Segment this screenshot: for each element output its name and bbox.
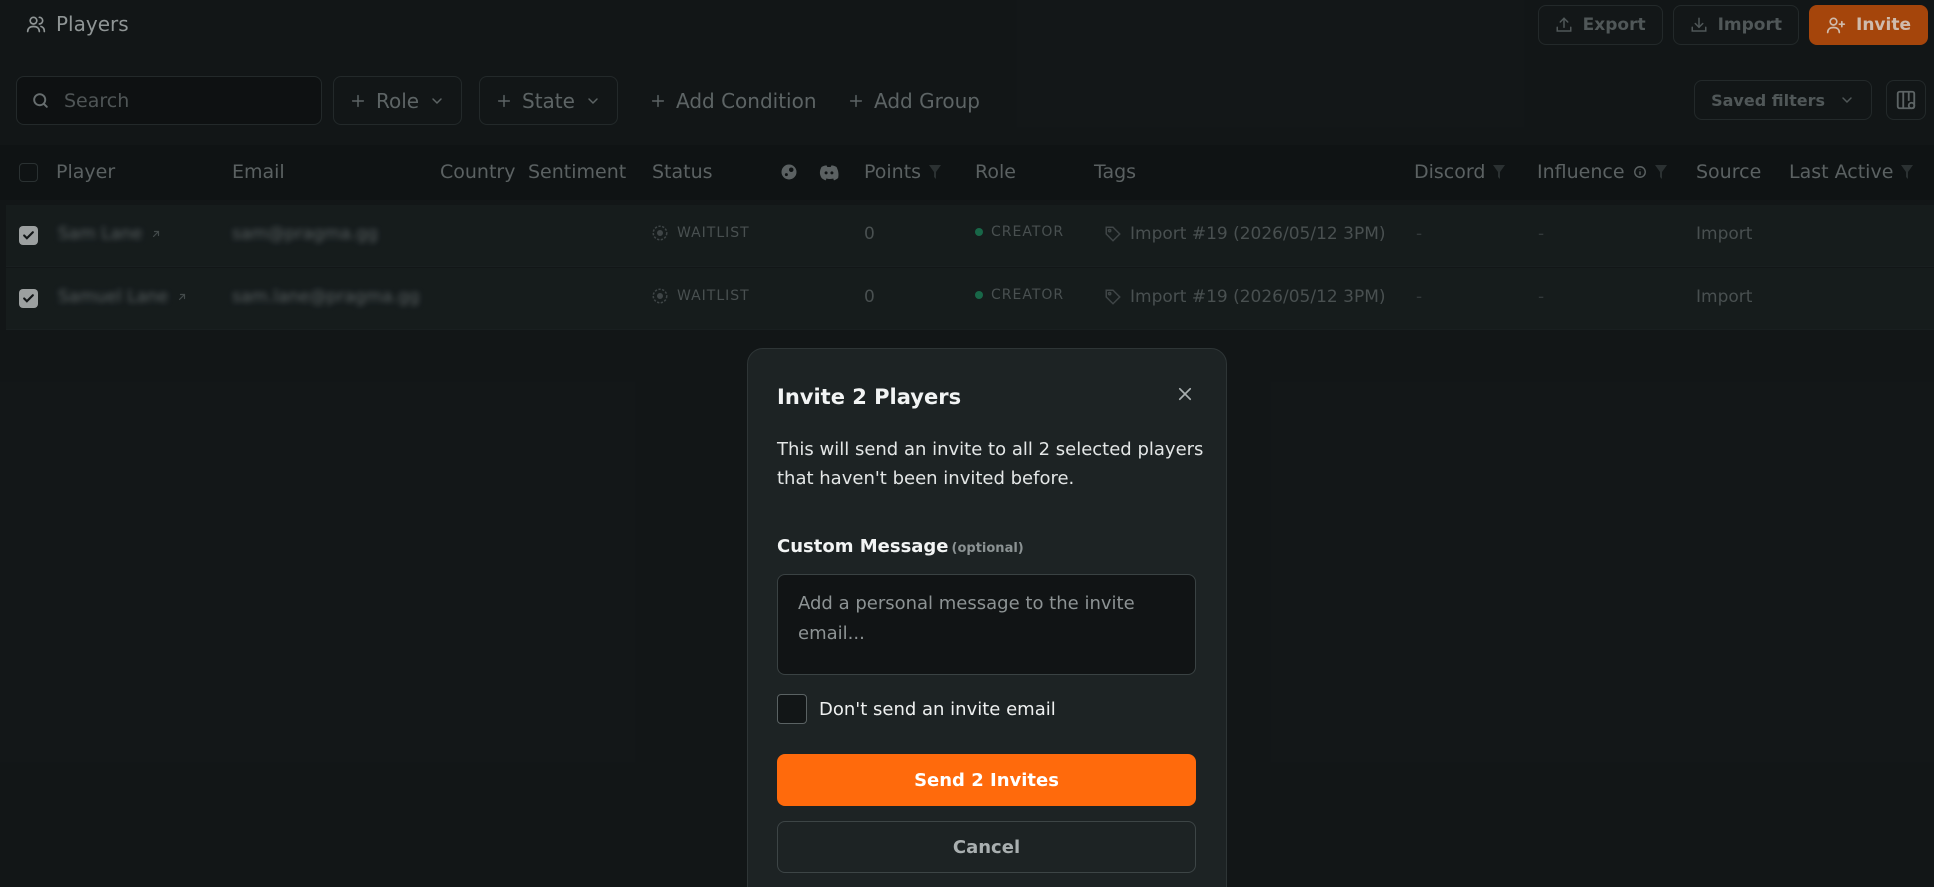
custom-message-label-text: Custom Message	[777, 536, 949, 557]
optional-hint: (optional)	[951, 541, 1024, 556]
cancel-button[interactable]: Cancel	[777, 821, 1196, 873]
dialog-title: Invite 2 Players	[777, 385, 962, 409]
no-email-checkbox[interactable]	[777, 694, 807, 724]
custom-message-textarea[interactable]	[777, 574, 1196, 675]
close-icon	[1176, 385, 1194, 403]
send-invites-button[interactable]: Send 2 Invites	[777, 754, 1196, 806]
no-email-option[interactable]: Don't send an invite email	[777, 694, 1056, 724]
close-button[interactable]	[1172, 381, 1198, 407]
no-email-label: Don't send an invite email	[819, 698, 1056, 720]
dialog-description: This will send an invite to all 2 select…	[777, 439, 1204, 489]
custom-message-label: Custom Message (optional)	[777, 536, 1024, 557]
invite-dialog: Invite 2 Players This will send an invit…	[747, 348, 1227, 887]
